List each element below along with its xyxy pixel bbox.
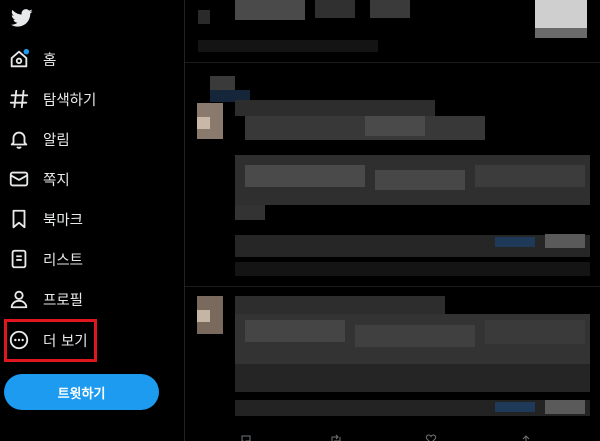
bookmark-icon xyxy=(8,208,30,230)
sidebar-item-messages[interactable]: 쪽지 xyxy=(8,163,158,195)
pixelated-block xyxy=(315,0,355,18)
pixelated-image xyxy=(475,165,585,187)
pixelated-link xyxy=(495,237,535,247)
avatar xyxy=(197,310,210,322)
sidebar-item-profile[interactable]: 프로필 xyxy=(8,283,158,315)
sidebar-item-label: 리스트 xyxy=(43,252,84,269)
pixelated-image xyxy=(245,165,365,187)
pixelated-block xyxy=(198,40,378,52)
tweet-header xyxy=(235,100,435,116)
person-icon xyxy=(8,288,30,310)
sidebar-item-explore[interactable]: 탐색하기 xyxy=(8,83,158,115)
sidebar-item-notifications[interactable]: 알림 xyxy=(8,123,158,155)
pixelated-image xyxy=(485,320,585,344)
sidebar-item-label: 홈 xyxy=(43,52,57,69)
timeline-feed[interactable] xyxy=(185,0,600,441)
avatar xyxy=(197,117,210,129)
sidebar-item-label: 쪽지 xyxy=(43,172,70,189)
bell-icon xyxy=(8,128,30,150)
twitter-logo-icon[interactable] xyxy=(10,7,34,29)
pixelated-image xyxy=(355,325,475,347)
pixelated-image xyxy=(535,0,587,28)
tweet-media xyxy=(235,235,590,257)
pixelated-block xyxy=(235,0,305,20)
pixelated-image xyxy=(245,320,345,342)
sidebar-item-bookmarks[interactable]: 북마크 xyxy=(8,203,158,235)
pixelated-block xyxy=(198,10,210,24)
pixelated-block xyxy=(370,0,410,18)
share-icon[interactable] xyxy=(520,434,532,441)
sidebar-item-label: 북마크 xyxy=(43,212,84,229)
tweet-divider xyxy=(185,62,600,63)
sidebar-item-lists[interactable]: 리스트 xyxy=(8,243,158,275)
list-icon xyxy=(8,248,30,270)
pixelated-image xyxy=(235,205,265,220)
pixelated-image xyxy=(375,170,465,190)
reply-icon[interactable] xyxy=(240,434,252,441)
retweet-icon[interactable] xyxy=(330,434,342,441)
pixelated-block xyxy=(235,364,590,392)
tweet-button[interactable]: 트윗하기 xyxy=(4,374,159,410)
sidebar-item-home[interactable]: 홈 xyxy=(8,43,158,75)
pixelated-link xyxy=(495,402,535,412)
tweet-header xyxy=(235,296,445,314)
sidebar-item-label: 프로필 xyxy=(43,292,84,309)
pixelated-image xyxy=(535,28,587,38)
notification-dot xyxy=(23,48,30,55)
pixelated-image xyxy=(545,234,585,248)
hashtag-icon xyxy=(8,88,30,110)
tweet-media xyxy=(235,400,590,416)
pixelated-image xyxy=(545,400,585,414)
pixelated-block xyxy=(235,262,590,276)
sidebar: 홈 탐색하기 알림 쪽지 북마크 리스트 프로필 더 보기 트윗하기 xyxy=(0,0,184,441)
home-icon xyxy=(8,48,30,70)
sidebar-item-label: 탐색하기 xyxy=(43,92,97,109)
pixelated-text xyxy=(365,116,425,136)
like-icon[interactable] xyxy=(425,434,437,441)
tweet-divider xyxy=(185,286,600,287)
pixelated-block xyxy=(210,76,235,90)
envelope-icon xyxy=(8,168,30,190)
highlight-box xyxy=(4,319,97,362)
sidebar-item-label: 알림 xyxy=(43,132,70,149)
